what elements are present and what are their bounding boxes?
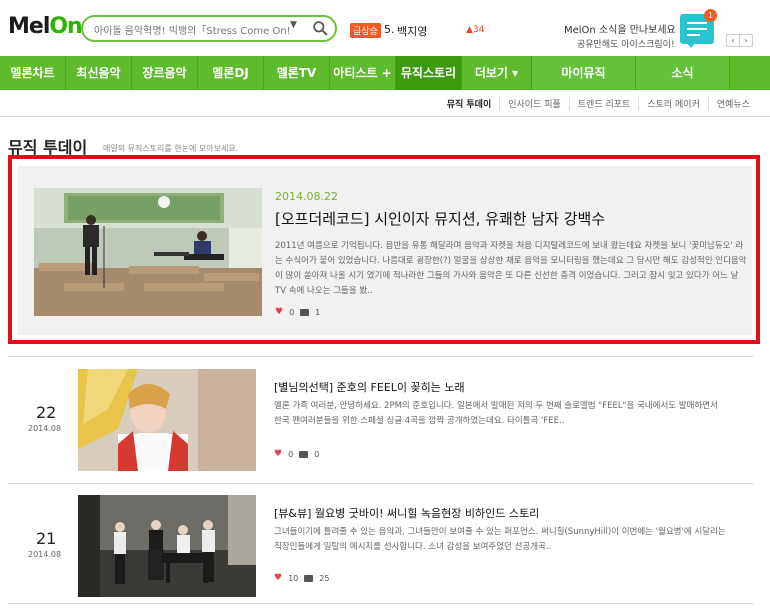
sub-menu: 뮤직 투데이 인사이드 피플 트렌드 리포트 스토리 메이커 연예뉴스 [0,90,770,117]
page-description: 매일의 뮤직스토리를 한눈에 모아보세요. [103,144,239,153]
menu-new-music[interactable]: 최신음악 [66,56,132,90]
sub-entertainment-news[interactable]: 연예뉴스 [707,97,758,110]
notice-subtext[interactable]: 공유만해도 아이스크림이! [577,37,675,50]
next-arrow-button[interactable]: › [740,35,752,46]
story-thumbnail[interactable] [78,369,256,471]
comment-count: 25 [319,573,330,583]
comment-icon[interactable] [300,308,310,316]
story-month: 2014.08 [28,424,62,433]
sub-inside-people[interactable]: 인사이드 피플 [499,97,569,110]
sub-music-today[interactable]: 뮤직 투데이 [439,97,500,110]
story-month: 2014.08 [28,550,62,559]
melon-logo[interactable]: MelOn [8,14,83,39]
rank-change: ▲34 [466,25,485,35]
menu-genre[interactable]: 장르음악 [132,56,198,90]
featured-title[interactable]: [오프더레코드] 시인이자 뮤지션, 유쾌한 남자 강백수 [275,208,605,229]
header: MelOn 아이돌 음악혁명! 빅뱅의「Stress Come On!」 ▼ 급… [0,0,770,56]
story-stats: ♥ 0 0 [274,449,319,459]
menu-chart[interactable]: 멜론차트 [0,56,66,90]
like-count: 0 [289,307,295,317]
up-arrow-icon: ▲ [466,25,473,35]
search-input[interactable]: 아이돌 음악혁명! 빅뱅의「Stress Come On!」 [94,22,290,37]
rank-number: 5. [384,23,395,36]
menu-news[interactable]: 소식 [636,56,730,90]
like-icon[interactable]: ♥ [275,307,283,317]
story-day: 22 [36,403,57,422]
sub-story-maker[interactable]: 스토리 메이커 [638,97,708,110]
like-icon[interactable]: ♥ [274,573,282,583]
featured-thumbnail[interactable] [34,188,262,316]
menu-music-story[interactable]: 뮤직스토리 [396,56,462,90]
search-icon[interactable] [312,20,329,37]
notification-count-badge: 1 [704,9,717,22]
menu-more[interactable]: 더보기 ▾ [462,56,532,90]
menu-artist[interactable]: 아티스트 + [330,56,396,90]
comment-icon[interactable] [304,574,314,582]
main-menu: 멜론차트 최신음악 장르음악 멜론DJ 멜론TV 아티스트 + 뮤직스토리 더보기 ▾ 마이뮤직… [0,56,770,90]
notification-icon-tail [686,42,696,48]
notice-pager: ‹ › [726,34,753,47]
story-thumbnail[interactable] [78,495,256,597]
featured-story[interactable]: 2014.08.22 [오프더레코드] 시인이자 뮤지션, 유쾌한 남자 강백수… [8,155,760,344]
featured-story-card: 2014.08.22 [오프더레코드] 시인이자 뮤지션, 유쾌한 남자 강백수… [18,166,752,335]
comment-icon[interactable] [299,450,309,458]
prev-arrow-button[interactable]: ‹ [727,35,740,46]
rank-artist-link[interactable]: 백지영 [397,23,427,39]
story-day: 21 [36,529,57,548]
story-stats: ♥ 10 25 [274,573,329,583]
story-title[interactable]: [뷰&뷰] 월요병 굿바이! 써니힐 녹음현장 비하인드 스토리 [274,505,539,521]
list-divider [8,356,754,357]
comment-count: 1 [315,307,321,317]
featured-date: 2014.08.22 [275,190,338,203]
menu-tv[interactable]: 멜론TV [264,56,330,90]
story-summary: 그녀들이기에 틀려줄 수 있는 음악과, 그녀들만이 보여줄 수 있는 퍼포먼스… [274,527,726,552]
rising-badge: 급상승 [350,23,381,38]
like-count: 0 [288,449,294,459]
menu-my-music[interactable]: 마이뮤직 [532,56,636,90]
story-title[interactable]: [별님의선택] 준호의 FEEL이 꽂히는 노래 [274,379,465,395]
search-bar[interactable]: 아이돌 음악혁명! 빅뱅의「Stress Come On!」 ▼ [81,15,337,42]
notice-text[interactable]: MelOn 소식을 만나보세요 [564,21,676,36]
menu-dj[interactable]: 멜론DJ [198,56,264,90]
sub-trend-report[interactable]: 트렌드 리포트 [568,97,639,110]
list-divider [8,483,754,484]
list-divider [8,603,754,604]
story-summary: 멜론 가족 여러분, 안녕하세요. 2PM의 준호입니다. 일본에서 발매된 저… [274,401,718,426]
like-count: 10 [288,573,299,583]
like-icon[interactable]: ♥ [274,449,282,459]
sub-menu-items: 뮤직 투데이 인사이드 피플 트렌드 리포트 스토리 메이커 연예뉴스 [439,97,758,110]
comment-count: 0 [314,449,320,459]
search-dropdown-icon[interactable]: ▼ [290,20,297,30]
featured-summary: 2011년 여름으로 기억됩니다. 음반을 유통 해달라며 음악과 자켓을 처음… [275,241,747,296]
featured-stats: ♥ 0 1 [275,307,320,317]
